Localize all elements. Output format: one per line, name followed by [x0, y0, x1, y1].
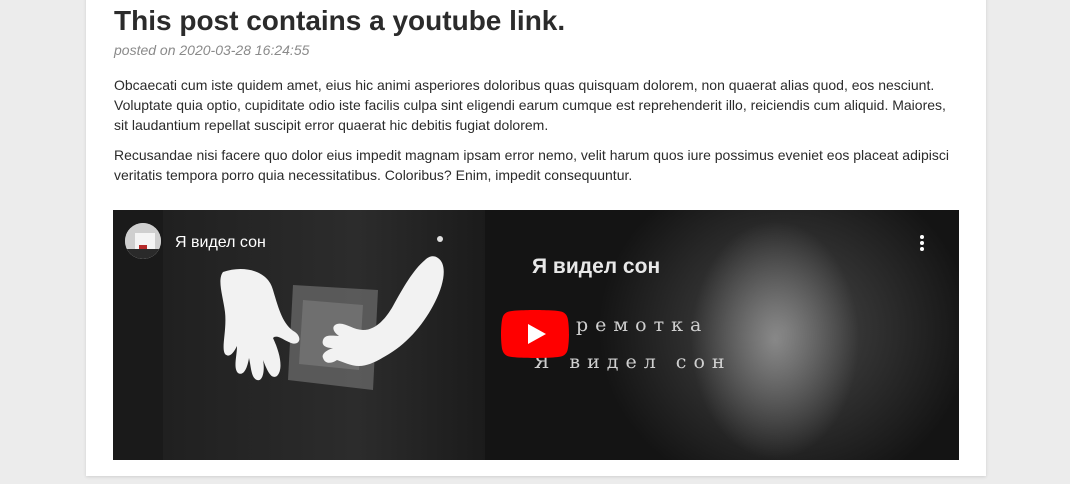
- post-title: This post contains a youtube link.: [114, 5, 566, 36]
- post-paragraph: Obcaecati cum iste quidem amet, eius hic…: [114, 77, 946, 133]
- hands-artwork: [220, 236, 444, 390]
- post-paragraph: Recusandae nisi facere quo dolor eius im…: [114, 147, 949, 183]
- post-date: posted on 2020-03-28 16:24:55: [114, 42, 310, 58]
- more-vertical-icon[interactable]: [917, 233, 927, 253]
- video-title[interactable]: Я видел сон: [175, 233, 266, 253]
- youtube-embed[interactable]: Я видел сон Я видел сон ремотка Я видел …: [113, 210, 959, 460]
- thumbnail-caption-text: ремотка: [576, 314, 709, 336]
- youtube-play-icon[interactable]: [501, 310, 569, 358]
- thumbnail-title-text: Я видел сон: [532, 255, 661, 278]
- channel-avatar[interactable]: [125, 223, 161, 259]
